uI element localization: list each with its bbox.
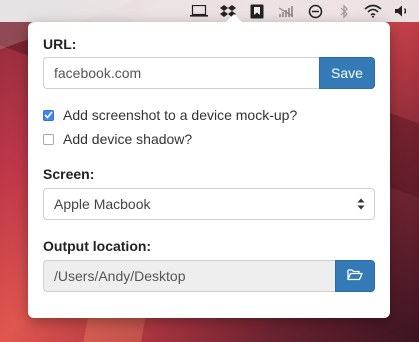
shadow-option[interactable]: Add device shadow?	[43, 131, 192, 147]
output-label: Output location:	[43, 238, 152, 254]
mockup-checkbox[interactable]	[43, 109, 54, 121]
select-arrows-icon	[357, 197, 365, 211]
folder-open-icon	[347, 268, 363, 284]
volume-icon[interactable]	[391, 2, 413, 20]
signal-icon[interactable]	[275, 2, 297, 20]
choose-folder-button[interactable]	[335, 260, 375, 292]
output-location-field[interactable]: /Users/Andy/Desktop	[43, 260, 335, 292]
sync-icon[interactable]	[304, 2, 326, 20]
screenshot-popover: URL: facebook.com Save Add screenshot to…	[28, 14, 390, 318]
shadow-checkbox[interactable]	[43, 133, 54, 145]
output-input-group: /Users/Andy/Desktop	[43, 260, 375, 292]
popover-arrow	[225, 14, 243, 23]
screen-select-value: Apple Macbook	[54, 196, 151, 212]
save-button[interactable]: Save	[319, 57, 375, 89]
bookmark-icon[interactable]	[246, 2, 268, 20]
menu-bar	[0, 0, 419, 22]
shadow-label: Add device shadow?	[63, 131, 193, 147]
screen-label: Screen:	[43, 166, 95, 182]
laptop-icon[interactable]	[188, 2, 210, 20]
mockup-option[interactable]: Add screenshot to a device mock-up?	[43, 107, 297, 123]
mockup-label: Add screenshot to a device mock-up?	[63, 107, 298, 123]
screen-select[interactable]: Apple Macbook	[43, 188, 375, 220]
bluetooth-icon[interactable]	[333, 2, 355, 20]
url-label: URL:	[43, 36, 77, 52]
url-input[interactable]: facebook.com	[43, 57, 319, 89]
url-input-group: facebook.com Save	[43, 57, 375, 89]
wifi-icon[interactable]	[362, 2, 384, 20]
